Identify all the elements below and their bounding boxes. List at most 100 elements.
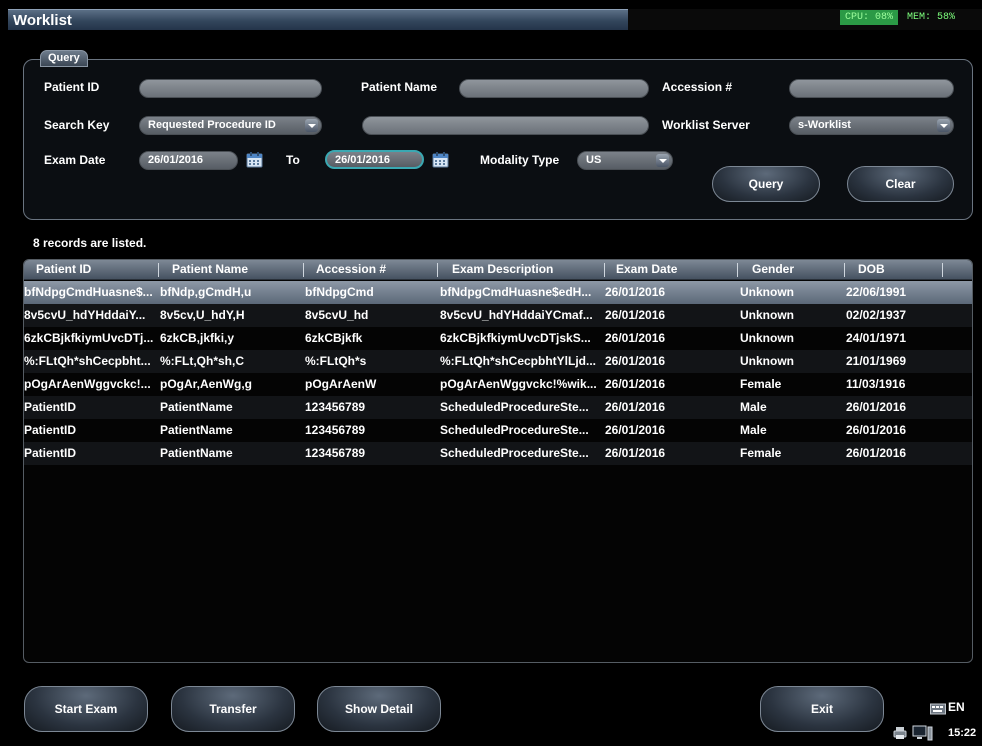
accession-label: Accession #	[662, 80, 733, 94]
mem-usage: MEM: 58%	[907, 12, 956, 23]
table-row[interactable]: 6zkCBjkfkiymUvcDTj... 6zkCB,jkfki,y 6zkCBj…	[24, 327, 972, 350]
title-bar: Worklist	[8, 9, 628, 30]
modality-type-select[interactable]: US	[577, 151, 673, 170]
table-header: Patient ID Patient Name Accession # Exam…	[24, 260, 972, 280]
cell-exam-description: ScheduledProcedureSte...	[440, 446, 589, 460]
search-key-value: Requested Procedure ID	[148, 119, 276, 131]
cell-patient-name: pOgAr,AenWg,g	[160, 377, 252, 391]
worklist-server-select[interactable]: s-Worklist	[789, 116, 954, 135]
cell-patient-name: PatientName	[160, 446, 233, 460]
cell-exam-date: 26/01/2016	[605, 308, 666, 322]
to-label: To	[286, 153, 300, 167]
exam-date-label: Exam Date	[44, 153, 106, 167]
calendar-icon[interactable]	[246, 151, 263, 168]
show-detail-button[interactable]: Show Detail	[317, 686, 441, 732]
window-title: Worklist	[13, 12, 72, 29]
cell-gender: Female	[740, 377, 782, 391]
column-divider[interactable]	[604, 263, 605, 277]
column-divider[interactable]	[844, 263, 845, 277]
cell-exam-description: pOgArAenWggvckc!%wik...	[440, 377, 597, 391]
cell-dob: 26/01/2016	[846, 400, 907, 414]
clock-time: 15:22	[948, 727, 977, 739]
query-button[interactable]: Query	[712, 166, 820, 202]
cell-patient-id: PatientID	[24, 400, 77, 414]
column-divider[interactable]	[737, 263, 738, 277]
input-language-indicator[interactable]: EN	[948, 700, 965, 714]
column-divider[interactable]	[303, 263, 304, 277]
cell-exam-description: bfNdpgCmdHuasne$edH...	[440, 285, 592, 299]
column-header-exam-date[interactable]: Exam Date	[616, 262, 677, 276]
column-header-patient-id[interactable]: Patient ID	[36, 262, 91, 276]
modality-type-label: Modality Type	[480, 153, 560, 167]
cell-dob: 24/01/1971	[846, 331, 907, 345]
cell-exam-description: %:FLtQh*shCecpbhtYlLjd...	[440, 354, 596, 368]
worklist-server-label: Worklist Server	[662, 118, 750, 132]
exit-button[interactable]: Exit	[760, 686, 884, 732]
cell-exam-date: 26/01/2016	[605, 377, 666, 391]
records-count: 8 records are listed.	[33, 236, 147, 250]
chevron-down-icon	[305, 119, 318, 132]
cell-patient-id: PatientID	[24, 446, 77, 460]
transfer-button[interactable]: Transfer	[171, 686, 295, 732]
patient-id-input[interactable]	[139, 79, 322, 98]
cell-accession: 123456789	[305, 446, 366, 460]
exam-date-to-input[interactable]: 26/01/2016	[325, 150, 424, 169]
accession-input[interactable]	[789, 79, 954, 98]
column-header-gender[interactable]: Gender	[752, 262, 794, 276]
modality-type-value: US	[586, 154, 602, 166]
column-divider[interactable]	[437, 263, 438, 277]
cell-patient-name: PatientName	[160, 400, 233, 414]
table-row[interactable]: bfNdpgCmdHuasne$... bfNdp,gCmdH,u bfNdpgCm…	[24, 281, 972, 304]
table-row[interactable]: PatientID PatientName 123456789 ScheduledPr…	[24, 396, 972, 419]
cell-patient-id: 8v5cvU_hdYHddaiY...	[24, 308, 146, 322]
cell-gender: Unknown	[740, 331, 794, 345]
cell-accession: bfNdpgCmd	[305, 285, 374, 299]
table-row[interactable]: PatientID PatientName 123456789 ScheduledPr…	[24, 442, 972, 465]
cell-patient-id: pOgArAenWggvckc!...	[24, 377, 151, 391]
printer-icon	[893, 727, 907, 739]
keyboard-icon	[930, 703, 946, 715]
cell-patient-id: PatientID	[24, 423, 77, 437]
cell-patient-id: bfNdpgCmdHuasne$...	[24, 285, 153, 299]
search-key-text-input[interactable]	[362, 116, 649, 135]
cell-accession: pOgArAenW	[305, 377, 377, 391]
cell-patient-name: 6zkCB,jkfki,y	[160, 331, 235, 345]
cell-accession: 123456789	[305, 400, 366, 414]
cell-accession: 8v5cvU_hd	[305, 308, 369, 322]
cell-exam-description: ScheduledProcedureSte...	[440, 423, 589, 437]
search-key-label: Search Key	[44, 118, 110, 132]
column-header-dob[interactable]: DOB	[858, 262, 885, 276]
column-header-patient-name[interactable]: Patient Name	[172, 262, 248, 276]
cell-dob: 02/02/1937	[846, 308, 907, 322]
cell-patient-name: 8v5cv,U_hdY,H	[160, 308, 245, 322]
cell-accession: 6zkCBjkfk	[305, 331, 363, 345]
column-header-accession[interactable]: Accession #	[316, 262, 386, 276]
cell-exam-date: 26/01/2016	[605, 354, 666, 368]
exam-date-from-input[interactable]: 26/01/2016	[139, 151, 238, 170]
search-key-select[interactable]: Requested Procedure ID	[139, 116, 322, 135]
cell-accession: %:FLtQh*s	[305, 354, 367, 368]
patient-name-input[interactable]	[459, 79, 649, 98]
cell-gender: Unknown	[740, 308, 794, 322]
cell-dob: 21/01/1969	[846, 354, 907, 368]
table-row[interactable]: PatientID PatientName 123456789 ScheduledPr…	[24, 419, 972, 442]
cell-gender: Unknown	[740, 285, 794, 299]
table-row[interactable]: 8v5cvU_hdYHddaiY... 8v5cv,U_hdY,H 8v5cvU_h…	[24, 304, 972, 327]
cell-dob: 22/06/1991	[846, 285, 907, 299]
chevron-down-icon	[656, 154, 669, 167]
worklist-table: Patient ID Patient Name Accession # Exam…	[23, 259, 973, 663]
cell-patient-id: %:FLtQh*shCecpbht...	[24, 354, 151, 368]
cell-exam-date: 26/01/2016	[605, 446, 666, 460]
cell-gender: Male	[740, 423, 767, 437]
clear-button[interactable]: Clear	[847, 166, 954, 202]
calendar-icon[interactable]	[432, 151, 449, 168]
column-divider[interactable]	[942, 263, 943, 277]
table-row[interactable]: pOgArAenWggvckc!... pOgAr,AenWg,g pOgArAen…	[24, 373, 972, 396]
column-header-exam-description[interactable]: Exam Description	[452, 262, 553, 276]
start-exam-button[interactable]: Start Exam	[24, 686, 148, 732]
table-row[interactable]: %:FLtQh*shCecpbht... %:FLt,Qh*sh,C %:FLtQh…	[24, 350, 972, 373]
column-divider[interactable]	[158, 263, 159, 277]
cell-accession: 123456789	[305, 423, 366, 437]
cpu-usage: CPU: 08%	[840, 10, 898, 25]
cell-exam-date: 26/01/2016	[605, 285, 666, 299]
